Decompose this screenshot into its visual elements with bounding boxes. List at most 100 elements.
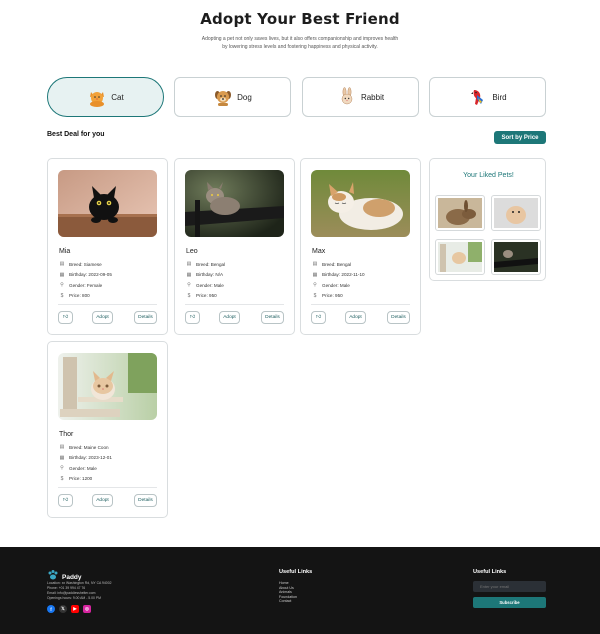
pet-price: $ Price: 1200: [60, 475, 93, 482]
useful-links-title: Useful Links: [279, 569, 313, 575]
tab-rabbit[interactable]: Rabbit: [302, 77, 419, 117]
category-tabs: Cat Dog Rabbit Bird: [47, 77, 546, 117]
tab-bird-label: Bird: [492, 92, 507, 102]
dollar-icon: $: [60, 475, 64, 482]
pet-name: Mia: [59, 248, 71, 255]
like-button[interactable]: 👍︎: [58, 311, 73, 324]
pet-photo[interactable]: [58, 170, 157, 237]
contact-info: Location: xx Washington Rd, NY CA 94002 …: [47, 581, 111, 601]
pet-breed: ▤ Breed: Maine Coon: [59, 444, 109, 451]
like-button[interactable]: 👍︎: [58, 494, 73, 507]
divider: [58, 487, 157, 488]
calendar-icon: ▦: [186, 271, 192, 278]
instagram-icon[interactable]: ◎: [83, 605, 91, 613]
pet-card-leo: Leo ▤ Breed: Bengal ▦ Birthday: N/A ⚲ Gende…: [174, 158, 295, 335]
footer: Paddy Location: xx Washington Rd, NY CA …: [0, 547, 600, 634]
x-icon[interactable]: 𝕏: [59, 605, 67, 613]
adopt-button[interactable]: Adopt: [92, 311, 113, 324]
divider: [311, 304, 410, 305]
calendar-icon: ▦: [312, 271, 318, 278]
details-button[interactable]: Details: [134, 311, 157, 324]
tab-dog[interactable]: Dog: [174, 77, 291, 117]
tab-dog-label: Dog: [237, 92, 252, 102]
pet-price: $ Price: 950: [187, 292, 217, 299]
brand-name: Paddy: [62, 573, 82, 581]
social-links: f 𝕏 ▶ ◎: [47, 605, 95, 613]
newsletter-title: Useful Links: [473, 569, 507, 575]
breed-icon: ▤: [312, 261, 318, 268]
pet-breed: ▤ Breed: Bengal: [312, 261, 352, 268]
pet-birthday: ▦ Birthday: 2022-09-05: [59, 271, 112, 278]
tab-cat[interactable]: Cat: [47, 77, 164, 117]
pet-card-max: Max ▤ Breed: Bengal ▦ Birthday: 2022-11-10…: [300, 158, 421, 335]
bird-icon: [468, 87, 488, 107]
section-title: Best Deal for you: [47, 131, 105, 138]
thumbs-up-icon: 👍︎: [315, 315, 321, 320]
liked-pets-panel: Your Liked Pets!: [429, 158, 546, 281]
pet-price: $ Price: 950: [313, 292, 343, 299]
facebook-icon[interactable]: f: [47, 605, 55, 613]
cat-icon: [87, 87, 107, 107]
liked-thumb-leo[interactable]: [491, 239, 541, 275]
dollar-icon: $: [313, 292, 317, 299]
pet-name: Thor: [59, 431, 74, 438]
divider: [58, 304, 157, 305]
pet-gender: ⚲ Gender: Male: [313, 282, 350, 289]
pet-price: $ Price: 800: [60, 292, 90, 299]
breed-icon: ▤: [59, 261, 65, 268]
pet-birthday: ▦ Birthday: 2022-11-10: [312, 271, 365, 278]
email-input[interactable]: [473, 581, 546, 592]
liked-thumb-rabbit[interactable]: [435, 195, 485, 231]
breed-icon: ▤: [186, 261, 192, 268]
adopt-button[interactable]: Adopt: [92, 494, 113, 507]
calendar-icon: ▦: [59, 454, 65, 461]
breed-icon: ▤: [59, 444, 65, 451]
page-subtitle: Adopting a pet not only saves lives, but…: [201, 36, 399, 50]
sort-by-price-button[interactable]: Sort by Price: [494, 131, 546, 144]
details-button[interactable]: Details: [261, 311, 284, 324]
adopt-button[interactable]: Adopt: [345, 311, 366, 324]
pet-birthday: ▦ Birthday: N/A: [186, 271, 224, 278]
pet-gender: ⚲ Gender: Female: [60, 282, 103, 289]
calendar-icon: ▦: [59, 271, 65, 278]
tab-rabbit-label: Rabbit: [360, 92, 385, 102]
pet-name: Leo: [186, 248, 198, 255]
divider: [185, 304, 284, 305]
liked-pets-title: Your Liked Pets!: [463, 172, 514, 179]
details-button[interactable]: Details: [134, 494, 157, 507]
liked-thumb-hamster[interactable]: [491, 195, 541, 231]
gender-icon: ⚲: [60, 465, 64, 472]
youtube-icon[interactable]: ▶: [71, 605, 79, 613]
pet-breed: ▤ Breed: Siamese: [59, 261, 102, 268]
details-button[interactable]: Details: [387, 311, 410, 324]
dollar-icon: $: [60, 292, 64, 299]
thumbs-up-icon: 👍︎: [62, 315, 68, 320]
subscribe-button[interactable]: Subscribe: [473, 597, 546, 608]
tab-cat-label: Cat: [111, 92, 124, 102]
pet-photo[interactable]: [58, 353, 157, 420]
footer-link-contact[interactable]: Contact: [279, 599, 312, 604]
thumbs-up-icon: 👍︎: [62, 498, 68, 503]
tab-bird[interactable]: Bird: [429, 77, 546, 117]
like-button[interactable]: 👍︎: [185, 311, 200, 324]
pet-card-thor: Thor ▤ Breed: Maine Coon ▦ Birthday: 2023-…: [47, 341, 168, 518]
pet-photo[interactable]: [185, 170, 284, 237]
gender-icon: ⚲: [187, 282, 191, 289]
hours-text: Openings hours: 9.00 AM - 5.00 PM: [47, 596, 101, 600]
adopt-button[interactable]: Adopt: [219, 311, 240, 324]
pet-name: Max: [312, 248, 326, 255]
liked-thumb-thor[interactable]: [435, 239, 485, 275]
gender-icon: ⚲: [60, 282, 64, 289]
pet-gender: ⚲ Gender: Male: [60, 465, 97, 472]
hero: Adopt Your Best Friend Adopting a pet no…: [0, 10, 600, 51]
pet-birthday: ▦ Birthday: 2023-12-01: [59, 454, 112, 461]
dollar-icon: $: [187, 292, 191, 299]
like-button[interactable]: 👍︎: [311, 311, 326, 324]
newsletter: Useful Links Subscribe: [473, 569, 546, 608]
pet-breed: ▤ Breed: Bengal: [186, 261, 226, 268]
gender-icon: ⚲: [313, 282, 317, 289]
rabbit-icon: [337, 87, 357, 107]
pet-card-mia: Mia ▤ Breed: Siamese ▦ Birthday: 2022-09-0…: [47, 158, 168, 335]
pet-photo[interactable]: [311, 170, 410, 237]
useful-links: Useful Links Home About Us Animals Found…: [279, 569, 312, 604]
